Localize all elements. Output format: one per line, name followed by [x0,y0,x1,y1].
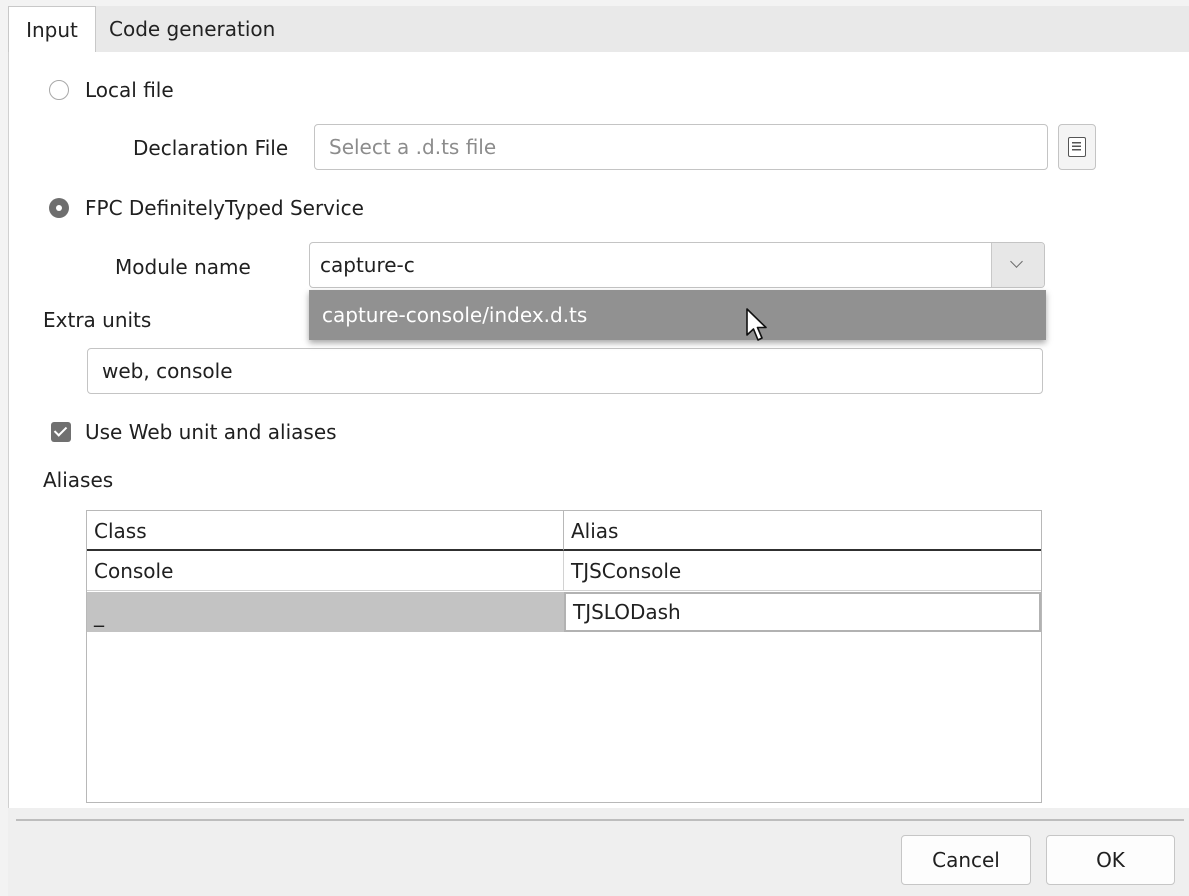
module-name-value[interactable]: capture-c [320,243,415,287]
extra-units-input[interactable]: web, console [87,348,1043,394]
tab-code-generation[interactable]: Code generation [109,6,275,52]
dialog-window: Input Code generation Local file Declara… [0,0,1189,896]
table-row-cell-alias[interactable]: TJSConsole [564,551,1041,591]
column-header-class[interactable]: Class [87,511,564,551]
aliases-grid[interactable]: Class Alias Console TJSConsole _ TJSLODa… [86,510,1042,803]
aliases-label: Aliases [43,468,114,492]
service-label[interactable]: FPC DefinitelyTyped Service [85,194,364,222]
table-row-cell-class[interactable]: Console [87,551,564,591]
tab-input[interactable]: Input [8,6,96,54]
chevron-down-icon [1010,255,1023,268]
file-browse-icon [1068,137,1086,157]
divider [16,819,1184,821]
local-file-radio[interactable] [49,80,69,100]
button-bar: Cancel OK [8,808,1189,896]
use-web-unit-checkbox[interactable] [51,422,71,442]
browse-file-button[interactable] [1058,124,1096,170]
service-radio[interactable] [49,198,69,218]
alias-edit-field[interactable]: TJSLODash [564,592,1041,632]
local-file-label[interactable]: Local file [85,76,174,104]
selected-row-cell-class[interactable]: _ [87,592,564,632]
module-name-label: Module name [115,255,251,279]
dropdown-button[interactable] [991,243,1044,287]
declaration-file-input[interactable]: Select a .d.ts file [314,124,1048,170]
dropdown-option[interactable]: capture-console/index.d.ts [322,290,587,340]
extra-units-label: Extra units [43,308,152,332]
cancel-button[interactable]: Cancel [901,835,1031,885]
declaration-file-label: Declaration File [133,136,289,160]
module-dropdown-list: capture-console/index.d.ts [309,290,1046,340]
mouse-cursor-icon [746,308,767,341]
module-name-combobox[interactable]: capture-c [309,242,1045,288]
tab-bar: Input Code generation [8,6,1189,54]
ok-button[interactable]: OK [1046,835,1175,885]
use-web-unit-label[interactable]: Use Web unit and aliases [85,418,337,446]
column-header-alias[interactable]: Alias [564,511,1041,551]
